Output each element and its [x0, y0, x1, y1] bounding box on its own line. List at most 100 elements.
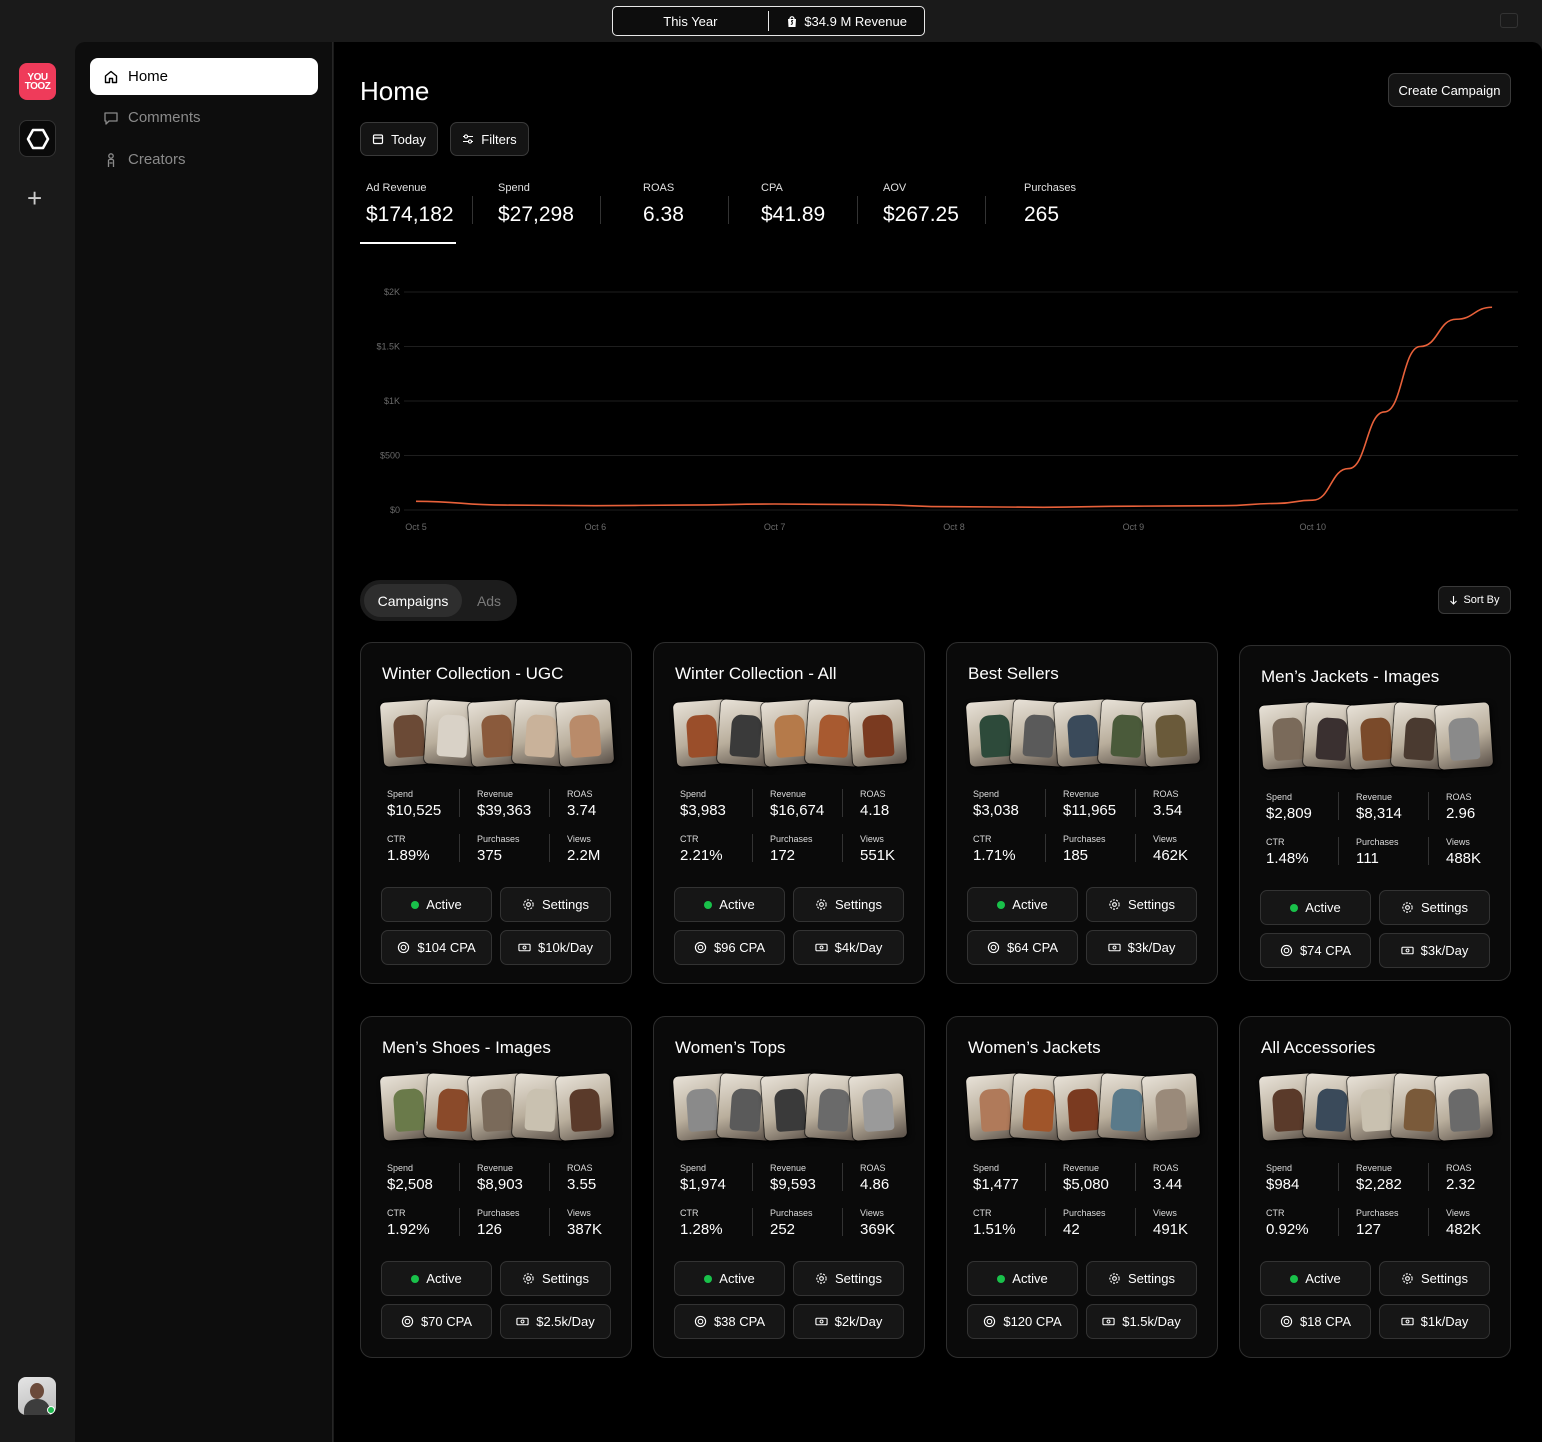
- campaign-card[interactable]: Men’s Jackets - Images Spend $2,809 Revenue…: [1239, 645, 1511, 981]
- kpi-roas[interactable]: ROAS 6.38: [643, 182, 684, 227]
- settings-button[interactable]: Settings: [1379, 1261, 1490, 1296]
- revenue-display[interactable]: $34.9 M Revenue: [769, 14, 924, 29]
- sidebar-item-home[interactable]: Home: [90, 58, 318, 95]
- add-workspace-icon[interactable]: +: [27, 185, 42, 211]
- settings-button[interactable]: Settings: [500, 887, 611, 922]
- date-range-button[interactable]: Today: [360, 122, 438, 156]
- status-label: Active: [426, 1271, 462, 1286]
- sidebar-item-comments[interactable]: Comments: [90, 99, 318, 136]
- cpa-target-button[interactable]: $38 CPA: [674, 1304, 785, 1339]
- logo-text-bottom: TOOZ: [24, 80, 51, 92]
- tab-campaigns[interactable]: Campaigns: [364, 584, 462, 617]
- cpa-target-button[interactable]: $96 CPA: [674, 930, 785, 965]
- stat-label: Views: [1153, 834, 1177, 844]
- campaign-card[interactable]: All Accessories Spend $984 Revenue $2,282 ROA…: [1239, 1016, 1511, 1358]
- filters-button[interactable]: Filters: [450, 122, 529, 156]
- daily-budget-button[interactable]: $10k/Day: [500, 930, 611, 965]
- revenue-chart[interactable]: $2K $1.5K $1K $500 $0 Oct 5 Oct 6 Oct 7 Oct 8 Oct…: [360, 278, 1520, 540]
- settings-label: Settings: [1128, 897, 1175, 912]
- cpa-target-button[interactable]: $104 CPA: [381, 930, 492, 965]
- kpi-cpa[interactable]: CPA $41.89: [761, 182, 825, 227]
- status-toggle-button[interactable]: Active: [1260, 890, 1371, 925]
- stat-label: Spend: [1266, 792, 1293, 802]
- tab-ads[interactable]: Ads: [466, 584, 512, 617]
- status-toggle-button[interactable]: Active: [674, 887, 785, 922]
- stat-label: CTR: [973, 834, 992, 844]
- kpi-purchases[interactable]: Purchases 265: [1024, 182, 1076, 227]
- status-toggle-button[interactable]: Active: [967, 887, 1078, 922]
- sidebar-item-creators[interactable]: Creators: [90, 141, 318, 178]
- cpa-target-button[interactable]: $64 CPA: [967, 930, 1078, 965]
- kpi-label: ROAS: [643, 182, 675, 194]
- status-toggle-button[interactable]: Active: [674, 1261, 785, 1296]
- active-status-dot: [411, 900, 420, 909]
- cpa-target-button[interactable]: $120 CPA: [967, 1304, 1078, 1339]
- create-campaign-button[interactable]: Create Campaign: [1388, 73, 1511, 107]
- campaign-card[interactable]: Women’s Jackets Spend $1,477 Revenue $5,080 R…: [946, 1016, 1218, 1358]
- youtooz-logo[interactable]: YOU TOOZ: [19, 63, 56, 100]
- sort-by-button[interactable]: Sort By: [1438, 586, 1511, 614]
- settings-button[interactable]: Settings: [793, 887, 904, 922]
- workspace-hex-icon[interactable]: [19, 120, 56, 157]
- stat-roas: ROAS 3.44: [1153, 1163, 1233, 1193]
- kpi-divider: [985, 196, 986, 224]
- status-toggle-button[interactable]: Active: [381, 1261, 492, 1296]
- stat-purchases: Purchases 172: [770, 834, 850, 864]
- kpi-ad-revenue[interactable]: Ad Revenue $174,182: [366, 182, 454, 227]
- daily-budget-button[interactable]: $3k/Day: [1086, 930, 1197, 965]
- status-toggle-button[interactable]: Active: [967, 1261, 1078, 1296]
- settings-label: Settings: [835, 897, 882, 912]
- stat-divider: [549, 1163, 550, 1191]
- campaign-title: Winter Collection - UGC: [382, 664, 564, 683]
- kpi-value: 265: [1024, 203, 1060, 226]
- campaign-thumbnail: [848, 699, 908, 767]
- sidebar-item-label: Home: [128, 68, 169, 85]
- stat-views: Views 369K: [860, 1208, 940, 1238]
- status-label: Active: [719, 1271, 755, 1286]
- stat-divider: [1338, 837, 1339, 865]
- status-toggle-button[interactable]: Active: [1260, 1261, 1371, 1296]
- daily-budget-button[interactable]: $2.5k/Day: [500, 1304, 611, 1339]
- status-toggle-button[interactable]: Active: [381, 887, 492, 922]
- kpi-aov[interactable]: AOV $267.25: [883, 182, 959, 227]
- campaign-card[interactable]: Best Sellers Spend $3,038 Revenue $11,965 ROA…: [946, 642, 1218, 984]
- cpa-target-button[interactable]: $18 CPA: [1260, 1304, 1371, 1339]
- stat-label: Revenue: [477, 789, 514, 799]
- stat-value: 2.32: [1446, 1176, 1476, 1193]
- campaign-card[interactable]: Winter Collection - All Spend $3,983 Revenu…: [653, 642, 925, 984]
- daily-budget-button[interactable]: $2k/Day: [793, 1304, 904, 1339]
- user-avatar[interactable]: [18, 1377, 56, 1415]
- daily-budget-button[interactable]: $1.5k/Day: [1086, 1304, 1197, 1339]
- campaign-card[interactable]: Winter Collection - UGC Spend $10,525 Reven…: [360, 642, 632, 984]
- campaign-card[interactable]: Men’s Shoes - Images Spend $2,508 Revenue $8…: [360, 1016, 632, 1358]
- settings-button[interactable]: Settings: [793, 1261, 904, 1296]
- daily-budget-button[interactable]: $1k/Day: [1379, 1304, 1490, 1339]
- settings-label: Settings: [1421, 900, 1468, 915]
- daily-budget-button[interactable]: $3k/Day: [1379, 933, 1490, 968]
- cpa-target-button[interactable]: $70 CPA: [381, 1304, 492, 1339]
- kpi-label: CPA: [761, 182, 783, 194]
- stat-label: Spend: [1266, 1163, 1293, 1173]
- kpi-divider: [472, 196, 473, 224]
- settings-button[interactable]: Settings: [1086, 887, 1197, 922]
- gear-icon: [816, 1273, 827, 1284]
- settings-button[interactable]: Settings: [1379, 890, 1490, 925]
- settings-label: Settings: [542, 897, 589, 912]
- daily-budget-button[interactable]: $4k/Day: [793, 930, 904, 965]
- status-label: Active: [1305, 900, 1341, 915]
- period-revenue-pill[interactable]: This Year $34.9 M Revenue: [612, 6, 925, 36]
- stat-revenue: Revenue $16,674: [770, 789, 850, 819]
- period-selector[interactable]: This Year: [613, 14, 768, 29]
- settings-button[interactable]: Settings: [500, 1261, 611, 1296]
- stat-purchases: Purchases 111: [1356, 837, 1436, 867]
- main-content: Home Create Campaign Today Filters Ad Re…: [334, 42, 1542, 1442]
- kpi-spend[interactable]: Spend $27,298: [498, 182, 574, 227]
- campaign-card[interactable]: Women’s Tops Spend $1,974 Revenue $9,593 ROAS…: [653, 1016, 925, 1358]
- cash-icon: [1401, 1317, 1414, 1326]
- chat-icon[interactable]: [1500, 13, 1518, 28]
- sidebar-item-label: Creators: [128, 151, 186, 168]
- settings-button[interactable]: Settings: [1086, 1261, 1197, 1296]
- stat-value: $2,508: [387, 1176, 433, 1193]
- cpa-target-button[interactable]: $74 CPA: [1260, 933, 1371, 968]
- stat-label: ROAS: [1446, 792, 1472, 802]
